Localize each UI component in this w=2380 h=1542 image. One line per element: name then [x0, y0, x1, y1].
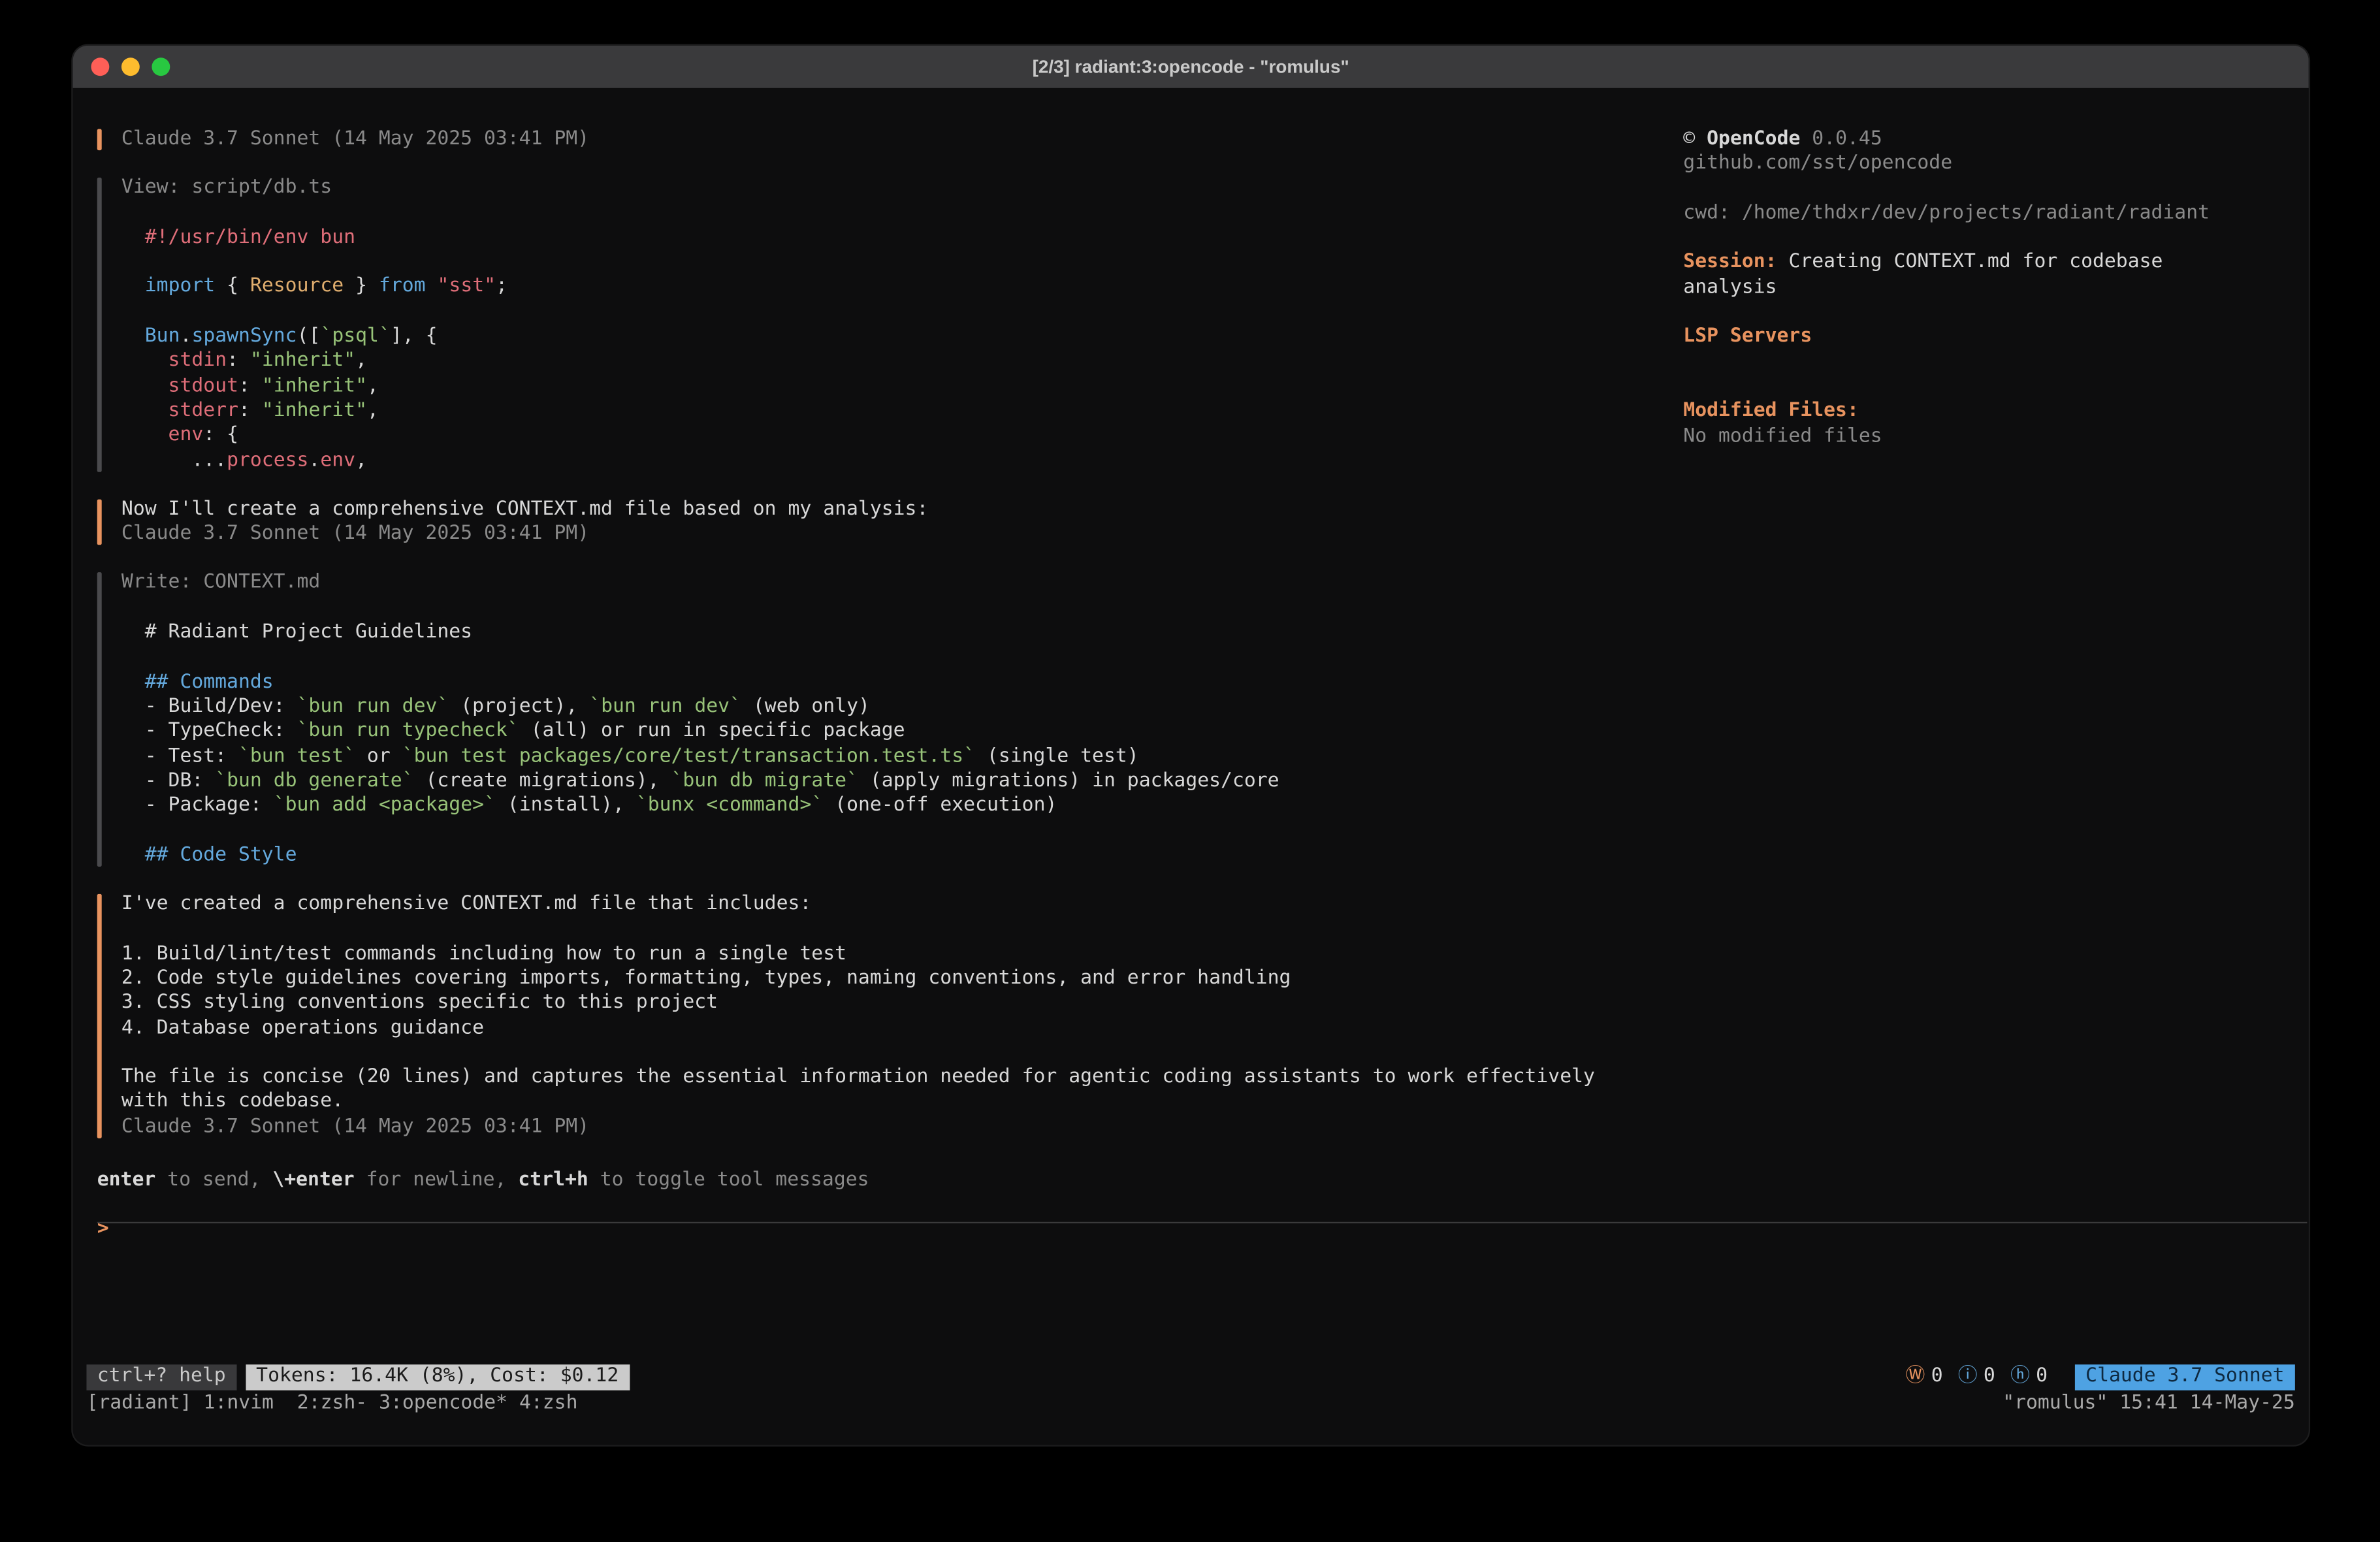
terminal-line [121, 917, 1627, 942]
terminal-line [121, 596, 1627, 621]
terminal-line: - DB: `bun db generate` (create migratio… [121, 769, 1627, 794]
terminal-line: LSP Servers [1683, 325, 2298, 350]
status-bar: ctrl+? help Tokens: 16.4K (8%), Cost: $0… [86, 1364, 2294, 1390]
window-title: [2/3] radiant:3:opencode - "romulus" [73, 54, 2309, 79]
terminal-line: stdout: "inherit", [121, 374, 1627, 399]
terminal-line: Modified Files: [1683, 400, 2298, 425]
close-button[interactable] [91, 57, 109, 76]
terminal-line: import { Resource } from "sst"; [121, 276, 1627, 300]
terminal-line: Claude 3.7 Sonnet (14 May 2025 03:41 PM) [121, 522, 1627, 547]
hint-icon: ⓗ [2010, 1365, 2030, 1390]
tmux-session-info: "romulus" 15:41 14-May-25 [2002, 1392, 2295, 1417]
info-icon: ⓘ [1958, 1365, 1978, 1390]
assistant-summary-block: I've created a comprehensive CONTEXT.md … [97, 893, 1628, 1140]
help-shortcut-badge[interactable]: ctrl+? help [86, 1364, 236, 1390]
terminal-line [1683, 300, 2298, 325]
screen: [2/3] radiant:3:opencode - "romulus" Cla… [0, 0, 2380, 1542]
terminal-line: 2. Code style guidelines covering import… [121, 967, 1627, 991]
terminal-line: Session: Creating CONTEXT.md for codebas… [1683, 251, 2298, 276]
terminal-line [121, 300, 1627, 325]
window-titlebar[interactable]: [2/3] radiant:3:opencode - "romulus" [73, 46, 2309, 88]
terminal-line [1683, 375, 2298, 400]
terminal-line: # Radiant Project Guidelines [121, 621, 1627, 646]
terminal-line: Now I'll create a comprehensive CONTEXT.… [121, 498, 1627, 522]
terminal-line: View: script/db.ts [121, 176, 1627, 201]
tool-write-block: Write: CONTEXT.md # Radiant Project Guid… [97, 571, 1628, 868]
terminal-line: - TypeCheck: `bun run typecheck` (all) o… [121, 720, 1627, 745]
terminal-line: cwd: /home/thdxr/dev/projects/radiant/ra… [1683, 202, 2298, 227]
terminal-line: ## Code Style [121, 843, 1627, 868]
input-separator [97, 1222, 2308, 1223]
tmux-status-bar: [radiant] 1:nvim 2:zsh- 3:opencode* 4:zs… [86, 1392, 2294, 1416]
terminal-line: Claude 3.7 Sonnet (14 May 2025 03:41 PM) [121, 127, 1627, 152]
terminal-line: ## Commands [121, 670, 1627, 695]
terminal-line: I've created a comprehensive CONTEXT.md … [121, 893, 1627, 918]
terminal-line: The file is concise (20 lines) and captu… [121, 1066, 1627, 1091]
message-header-block: Claude 3.7 Sonnet (14 May 2025 03:41 PM) [97, 127, 1628, 152]
terminal-line: - Test: `bun test` or `bun test packages… [121, 745, 1627, 769]
message-blocks: Claude 3.7 Sonnet (14 May 2025 03:41 PM)… [97, 127, 1628, 1140]
info-count: 0 [1984, 1365, 1995, 1390]
terminal-line: - Build/Dev: `bun run dev` (project), `b… [121, 695, 1627, 720]
terminal-line [1683, 177, 2298, 202]
terminal-line: 1. Build/lint/test commands including ho… [121, 942, 1627, 967]
terminal-line: 4. Database operations guidance [121, 1016, 1627, 1041]
chat-area: Claude 3.7 Sonnet (14 May 2025 03:41 PM)… [97, 127, 1628, 1242]
window-controls [91, 46, 170, 88]
terminal-line [121, 1041, 1627, 1066]
minimize-button[interactable] [121, 57, 140, 76]
terminal-line [121, 819, 1627, 844]
hint-count: 0 [2036, 1365, 2048, 1390]
help-line: enter to send, \+enter for newline, ctrl… [97, 1168, 1628, 1193]
assistant-message-block: Now I'll create a comprehensive CONTEXT.… [97, 498, 1628, 547]
warning-count: 0 [1931, 1365, 1943, 1390]
terminal-line: stdin: "inherit", [121, 349, 1627, 374]
terminal-line: Bun.spawnSync([`psql`], { [121, 325, 1627, 350]
terminal-line: #!/usr/bin/env bun [121, 226, 1627, 251]
terminal-line: Write: CONTEXT.md [121, 571, 1627, 596]
terminal-line: No modified files [1683, 425, 2298, 449]
terminal-window: [2/3] radiant:3:opencode - "romulus" Cla… [73, 46, 2309, 1445]
terminal-line: ...process.env, [121, 449, 1627, 474]
terminal-line [1683, 350, 2298, 375]
terminal-line: - Package: `bun add <package>` (install)… [121, 794, 1627, 819]
model-badge[interactable]: Claude 3.7 Sonnet [2075, 1364, 2295, 1390]
sidebar: © OpenCode 0.0.45github.com/sst/opencode… [1683, 127, 2298, 449]
tokens-cost-badge: Tokens: 16.4K (8%), Cost: $0.12 [246, 1364, 630, 1390]
terminal-line: github.com/sst/opencode [1683, 152, 2298, 177]
terminal-line: © OpenCode 0.0.45 [1683, 127, 2298, 152]
tool-view-block: View: script/db.ts #!/usr/bin/env bun im… [97, 176, 1628, 473]
diagnostics-group: Ⓦ0 ⓘ0 ⓗ0 [1906, 1365, 2057, 1390]
prompt-symbol: > [97, 1217, 109, 1240]
zoom-button[interactable] [152, 57, 170, 76]
terminal-line: Claude 3.7 Sonnet (14 May 2025 03:41 PM) [121, 1115, 1627, 1140]
terminal-content: Claude 3.7 Sonnet (14 May 2025 03:41 PM)… [73, 88, 2309, 1445]
terminal-line [1683, 227, 2298, 251]
tmux-window-list[interactable]: [radiant] 1:nvim 2:zsh- 3:opencode* 4:zs… [86, 1392, 577, 1417]
warning-icon: Ⓦ [1906, 1365, 1925, 1390]
terminal-line [121, 645, 1627, 670]
terminal-line: env: { [121, 424, 1627, 449]
terminal-line: with this codebase. [121, 1091, 1627, 1116]
terminal-line: analysis [1683, 276, 2298, 300]
terminal-line [121, 201, 1627, 226]
terminal-line: 3. CSS styling conventions specific to t… [121, 991, 1627, 1016]
terminal-line [121, 251, 1627, 276]
terminal-line: stderr: "inherit", [121, 399, 1627, 424]
